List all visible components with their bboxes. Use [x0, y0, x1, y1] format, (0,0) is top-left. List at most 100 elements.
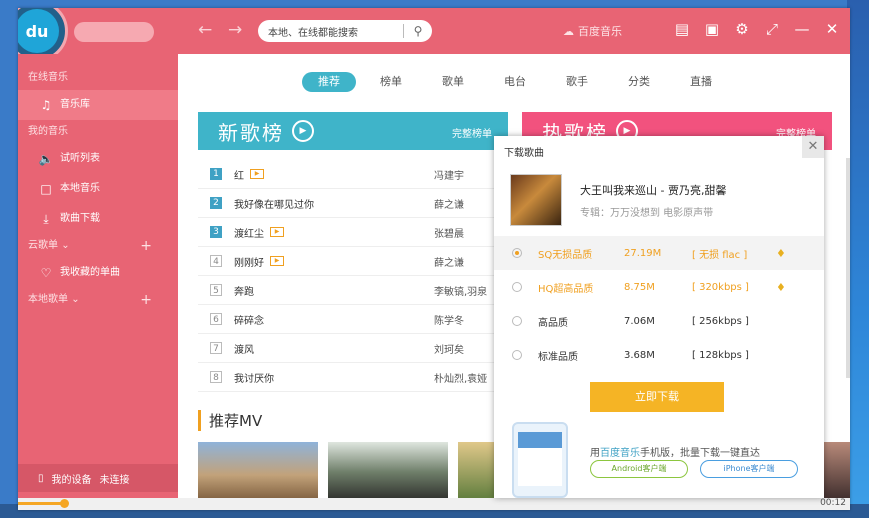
song-title: 奔跑 [234, 286, 254, 298]
quality-size: 8.75M [624, 281, 655, 293]
close-icon[interactable]: ✕ [824, 20, 840, 38]
tab-artists[interactable]: 歌手 [546, 72, 608, 92]
promo-prefix: 用 [590, 448, 600, 459]
settings-icon[interactable]: ⚙ [734, 20, 750, 38]
song-artist[interactable]: 薛之谦 [434, 254, 494, 269]
playback-progress[interactable]: 00:12 [18, 498, 850, 510]
sidebar: 在线音乐 ♫ 音乐库 我的音乐 🔈 试听列表 □ 本地音乐 ⤓ 歌曲下载 云歌单… [18, 54, 178, 498]
sidebar-item-favorites[interactable]: ♡ 我收藏的单曲 [18, 258, 178, 288]
sidebar-item-music-library[interactable]: ♫ 音乐库 [18, 90, 178, 120]
back-arrow-icon[interactable]: ← [198, 20, 212, 40]
song-title: 我讨厌你 [234, 373, 274, 385]
minimode-icon[interactable]: ⤢ [764, 20, 780, 38]
radio-button[interactable] [512, 248, 522, 258]
quality-size: 3.68M [624, 349, 655, 361]
quality-size: 27.19M [624, 247, 662, 259]
progress-handle[interactable] [60, 499, 69, 508]
phone-preview-image [512, 422, 568, 498]
android-client-button[interactable]: Android客户端 [590, 460, 688, 478]
table-row[interactable]: 7 渡风 刘珂矣 [198, 334, 508, 363]
minimize-icon[interactable]: — [794, 20, 810, 38]
full-chart-link[interactable]: 完整榜单 [452, 125, 492, 140]
tab-radio[interactable]: 电台 [484, 72, 546, 92]
search-input[interactable]: 本地、在线都能搜索 [268, 24, 403, 39]
table-row[interactable]: 5 奔跑 李敏镐,羽泉 [198, 276, 508, 305]
rank-badge: 1 [210, 168, 222, 180]
content-tabs: 推荐 榜单 歌单 电台 歌手 分类 直播 [298, 72, 732, 92]
logo-text: du [18, 9, 59, 53]
my-device-bar[interactable]: ▯ 我的设备 未连接 [18, 464, 178, 492]
song-title: 我好像在哪见过你 [234, 199, 314, 211]
song-title: 渡风 [234, 344, 254, 356]
song-title-cell: 渡红尘 ▶ [234, 225, 434, 240]
promo-brand: 百度音乐 [600, 448, 640, 459]
sidebar-item-download[interactable]: ⤓ 歌曲下载 [18, 204, 178, 234]
sidebar-item-local-music[interactable]: □ 本地音乐 [18, 174, 178, 204]
song-artist[interactable]: 刘珂矣 [434, 341, 494, 356]
table-row[interactable]: 2 我好像在哪见过你 薛之谦 [198, 189, 508, 218]
song-artist[interactable]: 薛之谦 [434, 196, 494, 211]
search-box[interactable]: 本地、在线都能搜索 ⚲ [258, 20, 432, 42]
table-row[interactable]: 4 刚刚好 ▶ 薛之谦 [198, 247, 508, 276]
tab-recommend[interactable]: 推荐 [302, 72, 356, 92]
quality-option-high[interactable]: 高品质 7.06M [ 256kbps ] [494, 304, 824, 338]
forward-arrow-icon[interactable]: → [228, 20, 242, 40]
add-cloud-playlist-icon[interactable]: + [140, 234, 152, 258]
mv-thumbnail[interactable] [328, 442, 448, 502]
radio-dot [515, 251, 519, 255]
radio-button[interactable] [512, 350, 522, 360]
add-local-playlist-icon[interactable]: + [140, 288, 152, 312]
table-row[interactable]: 6 碎碎念 陈学冬 [198, 305, 508, 334]
quality-name: 标准品质 [538, 351, 578, 363]
vip-diamond-icon: ♦ [776, 280, 786, 294]
play-icon[interactable]: ▶ [292, 120, 314, 142]
song-artist[interactable]: 冯建宇 [434, 167, 494, 182]
rank-badge: 6 [210, 313, 222, 325]
quality-rate: [ 256kbps ] [692, 315, 749, 327]
tab-live[interactable]: 直播 [670, 72, 732, 92]
mv-icon[interactable]: ▶ [250, 169, 264, 179]
sidebar-group-local-playlist[interactable]: 本地歌单 ⌄ + [18, 288, 178, 312]
mv-icon[interactable]: ▶ [270, 256, 284, 266]
tab-playlists[interactable]: 歌单 [422, 72, 484, 92]
radio-button[interactable] [512, 316, 522, 326]
sidebar-item-label: 我收藏的单曲 [60, 267, 120, 278]
chevron-down-icon[interactable]: ⌄ [61, 240, 69, 251]
toolbox-icon[interactable]: ▣ [704, 20, 720, 38]
tab-categories[interactable]: 分类 [608, 72, 670, 92]
radio-button[interactable] [512, 282, 522, 292]
heart-icon: ♡ [40, 266, 52, 280]
quality-option-sq[interactable]: SQ无损品质 27.19M [ 无损 flac ] ♦ [494, 236, 824, 270]
table-row[interactable]: 3 渡红尘 ▶ 张碧晨 [198, 218, 508, 247]
main-scrollbar[interactable] [846, 158, 850, 378]
table-row[interactable]: 8 我讨厌你 朴灿烈,袁娅 [198, 363, 508, 392]
search-icon[interactable]: ⚲ [410, 24, 426, 38]
close-icon[interactable]: ✕ [802, 136, 824, 158]
song-artist[interactable]: 张碧晨 [434, 225, 494, 240]
table-row[interactable]: 1 红 ▶ 冯建宇 [198, 160, 508, 189]
skin-icon[interactable]: ▤ [674, 20, 690, 38]
new-songs-banner[interactable]: 新歌榜 ▶ 完整榜单 [198, 112, 508, 150]
tab-charts[interactable]: 榜单 [360, 72, 422, 92]
mv-thumbnail[interactable] [198, 442, 318, 502]
chevron-down-icon[interactable]: ⌄ [71, 294, 79, 305]
quality-option-standard[interactable]: 标准品质 3.68M [ 128kbps ] [494, 338, 824, 372]
song-artist[interactable]: 朴灿烈,袁娅 [434, 370, 494, 385]
sidebar-item-trial-list[interactable]: 🔈 试听列表 [18, 144, 178, 174]
song-title: 刚刚好 [234, 257, 264, 269]
sidebar-item-label: 试听列表 [60, 153, 100, 164]
sidebar-group-cloud[interactable]: 云歌单 ⌄ + [18, 234, 178, 258]
iphone-client-button[interactable]: iPhone客户端 [700, 460, 798, 478]
mv-icon[interactable]: ▶ [270, 227, 284, 237]
song-title: 碎碎念 [234, 315, 264, 327]
user-name-pill[interactable] [74, 22, 154, 42]
song-artist[interactable]: 李敏镐,羽泉 [434, 283, 494, 298]
quality-name: 高品质 [538, 317, 568, 329]
quality-option-hq[interactable]: HQ超高品质 8.75M [ 320kbps ] ♦ [494, 270, 824, 304]
download-now-button[interactable]: 立即下载 [590, 382, 724, 412]
progress-fill [18, 502, 64, 505]
song-artist[interactable]: 陈学冬 [434, 312, 494, 327]
mv-thumbnail[interactable] [458, 442, 498, 502]
phone-screen [518, 432, 562, 486]
quality-size: 7.06M [624, 315, 655, 327]
